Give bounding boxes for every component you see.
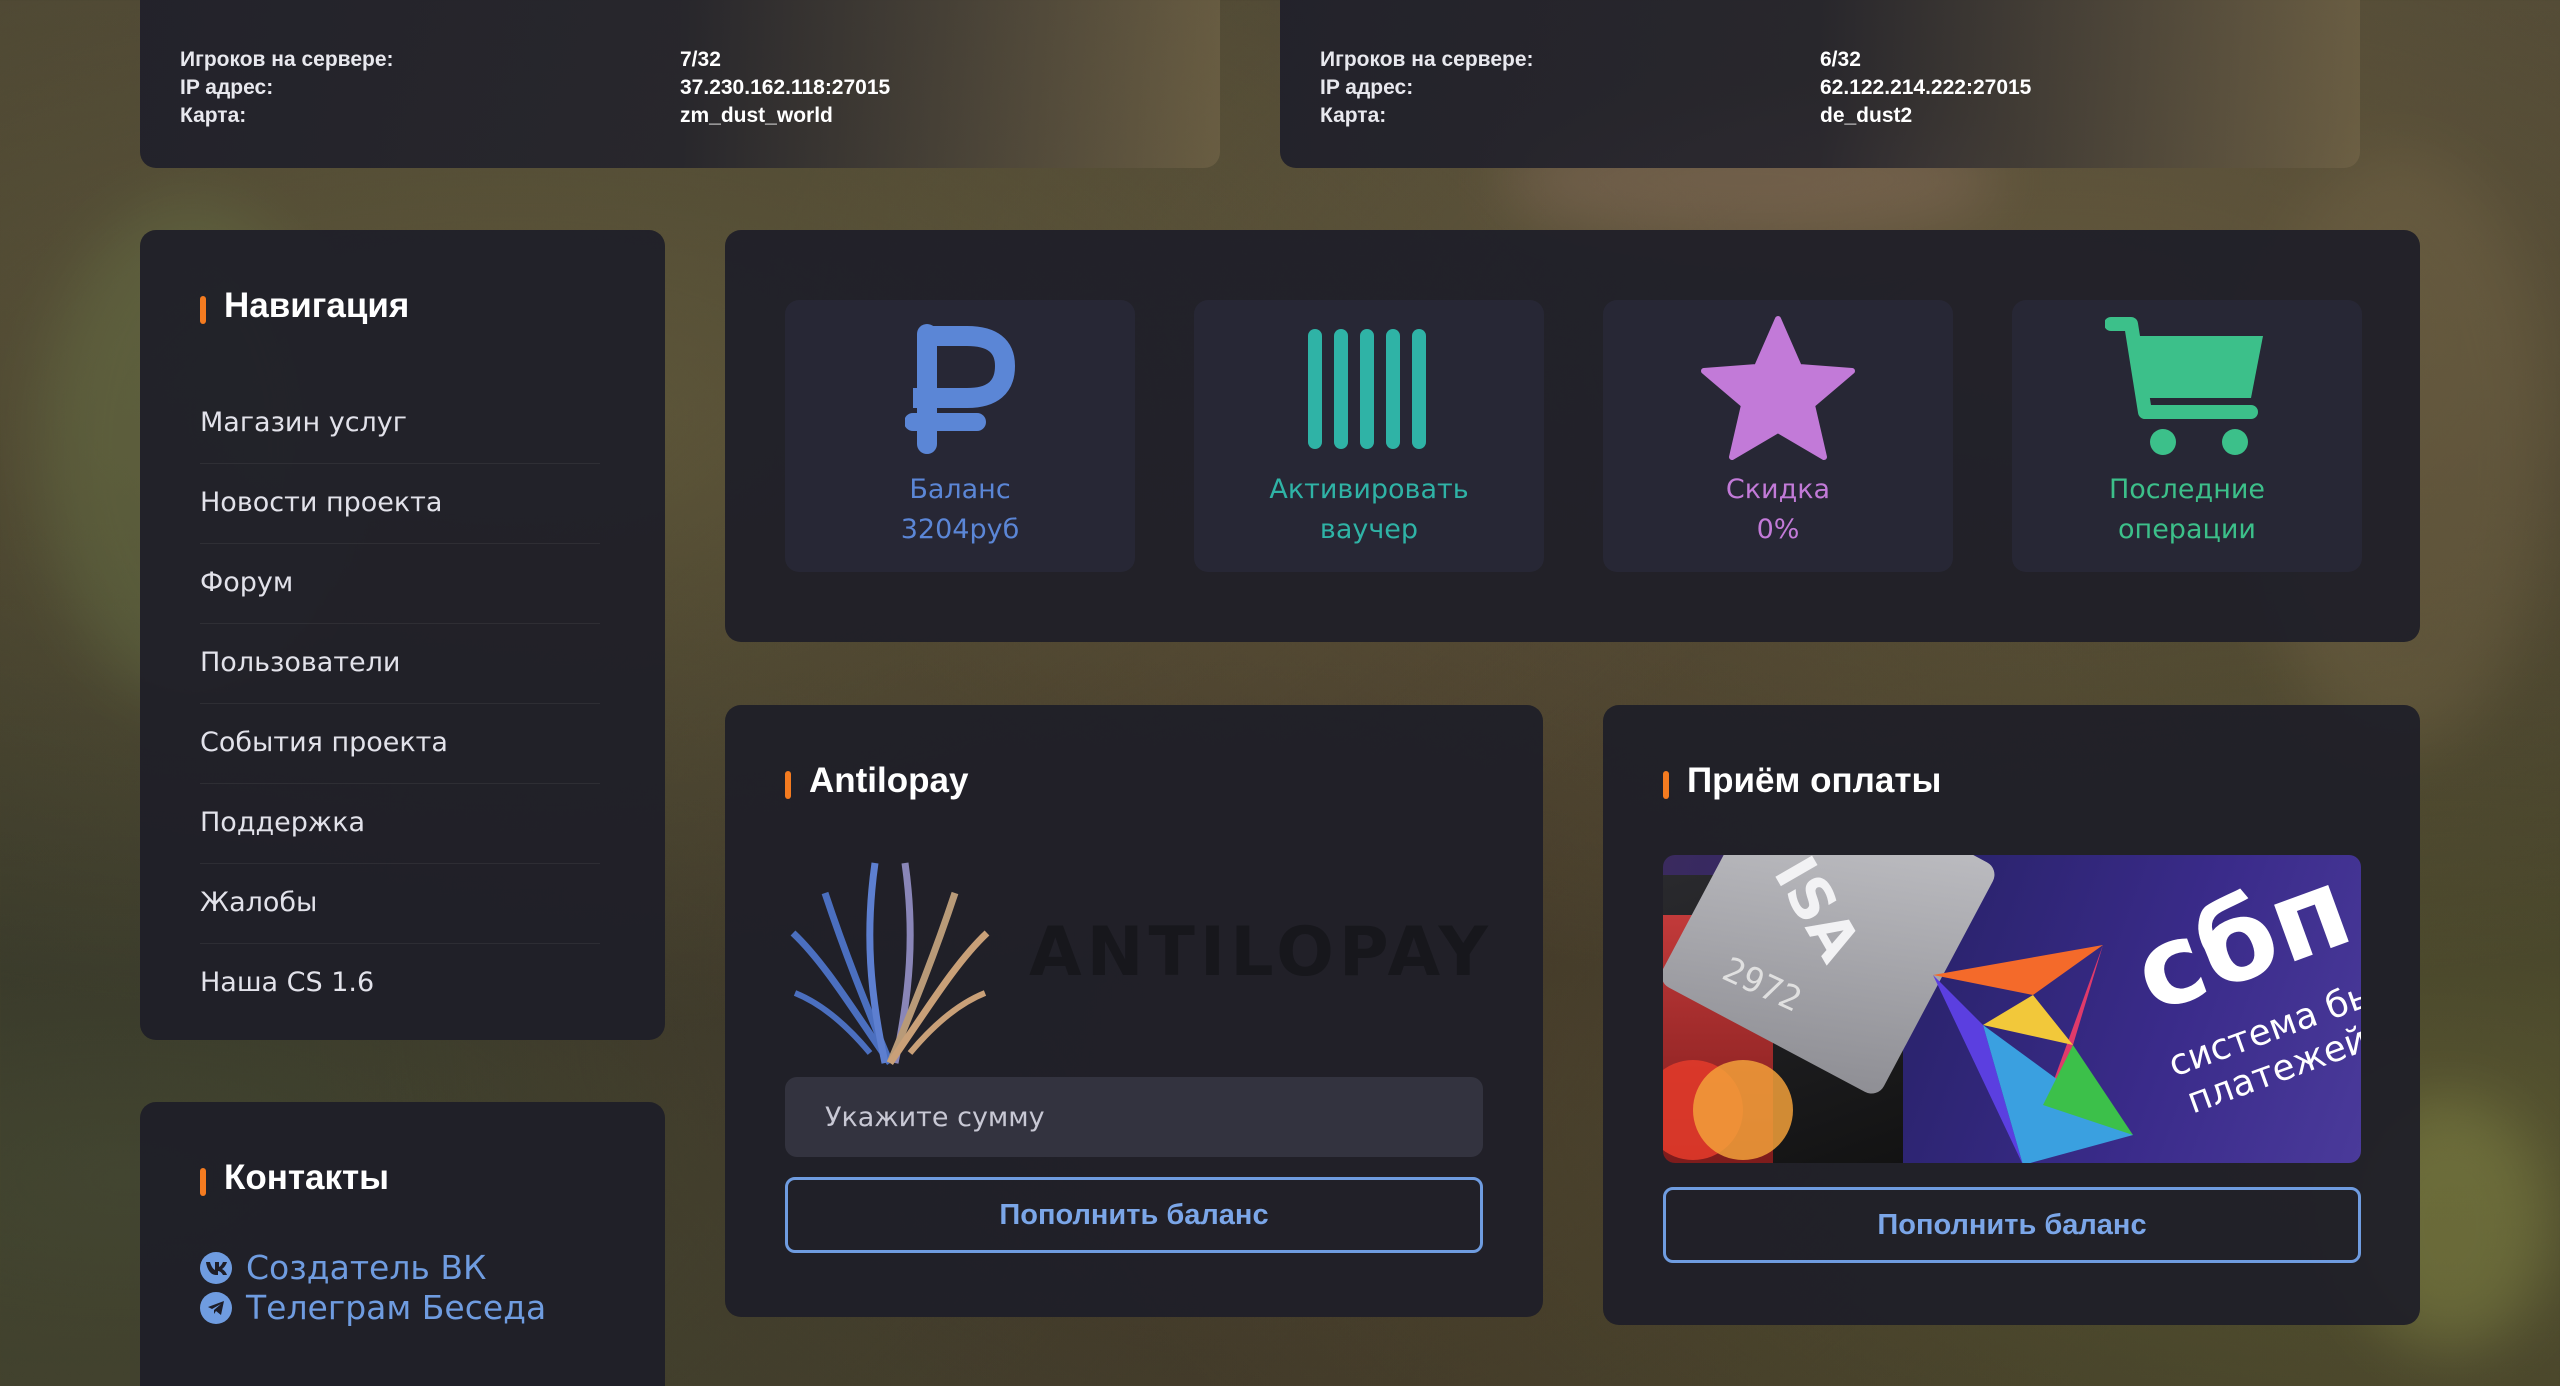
payment-title: Приём оплаты [1687,761,1942,800]
cart-icon [2012,314,2362,464]
players-value: 7/32 [680,48,721,71]
stat-label: Баланс [909,474,1011,505]
nav-item-support[interactable]: Поддержка [200,783,600,863]
payment-banner: ISA 2972 сбп система быс платежей [1663,855,2361,1163]
nav-item-news[interactable]: Новости проекта [200,463,600,543]
telegram-icon [200,1291,232,1324]
map-label: Карта: [1320,104,1387,127]
sbp-logo-icon [1933,945,2133,1163]
vk-icon [200,1251,232,1284]
operations-card[interactable]: Последние операции [2012,300,2362,572]
contact-label: Телеграм Беседа [246,1288,547,1327]
map-value: zm_dust_world [680,104,833,127]
title-accent [785,771,791,799]
nav-item-users[interactable]: Пользователи [200,623,600,703]
nav-item-shop[interactable]: Магазин услуг [200,383,600,463]
stat-label: Скидка [1725,474,1831,505]
stat-value: ваучер [1319,514,1419,545]
ip-label: IP адрес: [180,76,274,99]
navigation-panel: Навигация Магазин услуг Новости проекта … [140,230,665,1040]
antilopay-logo-text: ANTILOPAY [1029,913,1493,992]
stat-label: Активировать [1269,474,1469,505]
antilopay-title: Antilopay [809,761,969,800]
contact-link-vk[interactable]: Создатель ВК [200,1248,486,1287]
ruble-icon [785,314,1135,464]
antilopay-topup-button[interactable]: Пополнить баланс [785,1177,1483,1253]
players-label: Игроков на сервере: [180,48,394,71]
barcode-icon [1194,314,1544,464]
voucher-card[interactable]: Активировать ваучер [1194,300,1544,572]
stat-value: операции [2118,514,2256,545]
discount-card[interactable]: Скидка 0% [1603,300,1953,572]
nav-item-complaints[interactable]: Жалобы [200,863,600,943]
map-label: Карта: [180,104,247,127]
map-value: de_dust2 [1820,104,1913,127]
antilopay-emblem-icon [790,862,990,1066]
stat-value: 0% [1756,514,1800,545]
contact-label: Создатель ВК [246,1248,487,1287]
contacts-title: Контакты [224,1158,390,1197]
stat-label: Последние [2108,474,2265,505]
title-accent [1663,771,1669,799]
players-label: Игроков на сервере: [1320,48,1534,71]
server-card-1[interactable]: Игроков на сервере: IP адрес: Карта: 7/3… [140,0,1220,168]
players-value: 6/32 [1820,48,1861,71]
amount-input[interactable] [785,1077,1483,1157]
antilopay-logo: ANTILOPAY [785,853,1488,1069]
ip-value: 37.230.162.118:27015 [680,76,891,99]
title-accent [200,1168,206,1196]
ip-value: 62.122.214.222:27015 [1820,76,2032,99]
title-accent [200,296,206,324]
contacts-panel: Контакты Создатель ВК Телеграм Беседа [140,1102,665,1386]
nav-item-cs16[interactable]: Наша CS 1.6 [200,943,600,1023]
star-icon [1603,314,1953,464]
nav-item-events[interactable]: События проекта [200,703,600,783]
balance-card[interactable]: Баланс 3204руб [785,300,1135,572]
server-card-2[interactable]: Игроков на сервере: IP адрес: Карта: 6/3… [1280,0,2360,168]
mastercard-icon [1693,1060,1793,1160]
payment-topup-button[interactable]: Пополнить баланс [1663,1187,2361,1263]
navigation-title: Навигация [224,286,410,325]
contact-link-telegram[interactable]: Телеграм Беседа [200,1288,546,1327]
nav-item-forum[interactable]: Форум [200,543,600,623]
ip-label: IP адрес: [1320,76,1414,99]
stat-value: 3204руб [900,514,1020,545]
